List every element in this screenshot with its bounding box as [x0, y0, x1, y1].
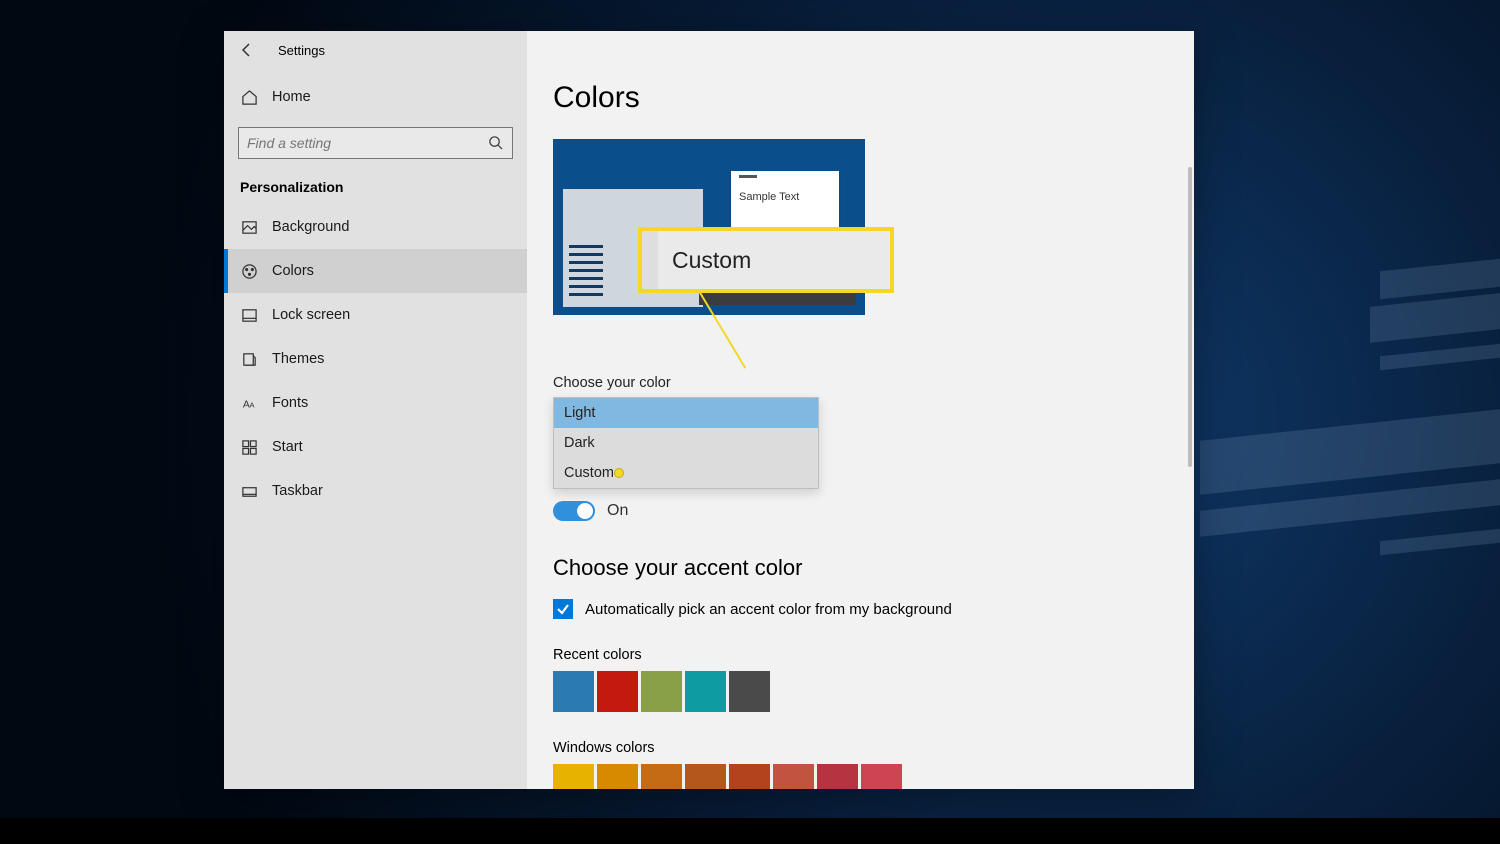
choose-color-dropdown[interactable]: Light Dark Custom: [553, 397, 819, 489]
callout-anchor-dot: [614, 468, 624, 478]
color-swatch[interactable]: [685, 671, 726, 712]
scrollbar[interactable]: [1188, 167, 1192, 467]
wallpaper-light-beam: [1370, 293, 1500, 343]
callout-text: Custom: [672, 247, 751, 274]
sidebar-item-label: Themes: [272, 351, 324, 367]
auto-pick-checkbox[interactable]: [553, 599, 573, 619]
toggle-state: On: [607, 502, 628, 520]
lock-screen-icon: [240, 306, 258, 324]
sidebar: Settings Home Personalization Background…: [224, 31, 527, 789]
window-title: Settings: [278, 43, 325, 58]
nav-home-label: Home: [272, 89, 311, 105]
search-box[interactable]: [238, 127, 513, 159]
recent-colors-label: Recent colors: [553, 647, 1168, 663]
color-swatch[interactable]: [553, 671, 594, 712]
sidebar-item-themes[interactable]: Themes: [224, 337, 527, 381]
color-swatch[interactable]: [685, 764, 726, 789]
start-icon: [240, 438, 258, 456]
color-swatch[interactable]: [861, 764, 902, 789]
toggle-switch[interactable]: [553, 501, 595, 521]
palette-icon: [240, 262, 258, 280]
themes-icon: [240, 350, 258, 368]
settings-window: Settings Home Personalization Background…: [224, 31, 1194, 789]
color-swatch[interactable]: [641, 671, 682, 712]
sidebar-item-fonts[interactable]: AA Fonts: [224, 381, 527, 425]
color-swatch[interactable]: [553, 764, 594, 789]
sidebar-item-lock-screen[interactable]: Lock screen: [224, 293, 527, 337]
sidebar-section-label: Personalization: [224, 167, 527, 205]
sidebar-item-taskbar[interactable]: Taskbar: [224, 469, 527, 513]
color-option-dark[interactable]: Dark: [554, 428, 818, 458]
sidebar-item-label: Background: [272, 219, 349, 235]
color-preview: Sample Text Custom: [553, 139, 865, 315]
home-icon: [240, 88, 258, 106]
sidebar-item-start[interactable]: Start: [224, 425, 527, 469]
color-swatch[interactable]: [641, 764, 682, 789]
titlebar: Settings: [224, 31, 527, 69]
color-swatch[interactable]: [597, 671, 638, 712]
color-swatch[interactable]: [729, 764, 770, 789]
search-icon: [488, 135, 504, 151]
callout-highlight: Custom: [638, 227, 894, 293]
color-option-custom[interactable]: Custom: [554, 458, 818, 488]
sidebar-item-colors[interactable]: Colors: [224, 249, 527, 293]
accent-heading: Choose your accent color: [553, 555, 1168, 581]
auto-pick-row[interactable]: Automatically pick an accent color from …: [553, 599, 1168, 619]
sidebar-item-label: Lock screen: [272, 307, 350, 323]
color-swatch[interactable]: [729, 671, 770, 712]
windows-colors-label: Windows colors: [553, 740, 1168, 756]
taskbar-icon: [240, 482, 258, 500]
letterbox-bottom: [0, 818, 1500, 844]
wallpaper-light-beam: [1380, 344, 1500, 371]
content-area: Colors Sample Text Custom Choos: [527, 31, 1194, 789]
recent-colors-row: [553, 671, 1168, 712]
color-option-light[interactable]: Light: [554, 398, 818, 428]
nav-home[interactable]: Home: [224, 71, 527, 123]
color-swatch[interactable]: [597, 764, 638, 789]
page-title: Colors: [553, 81, 1168, 115]
search-input[interactable]: [247, 135, 488, 151]
color-swatch[interactable]: [773, 764, 814, 789]
sidebar-item-label: Taskbar: [272, 483, 323, 499]
preview-window-c: Sample Text: [731, 171, 839, 227]
transparency-toggle-row: On: [553, 501, 1168, 521]
back-button[interactable]: [238, 41, 256, 59]
windows-colors-grid: [553, 764, 1168, 789]
sidebar-item-background[interactable]: Background: [224, 205, 527, 249]
preview-sample-text: Sample Text: [739, 191, 799, 203]
sidebar-item-label: Fonts: [272, 395, 308, 411]
svg-text:A: A: [249, 400, 255, 409]
color-swatch[interactable]: [817, 764, 858, 789]
choose-color-label: Choose your color: [553, 375, 1168, 391]
sidebar-item-label: Colors: [272, 263, 314, 279]
picture-icon: [240, 218, 258, 236]
auto-pick-label: Automatically pick an accent color from …: [585, 601, 952, 618]
wallpaper-light-beam: [1380, 529, 1500, 556]
fonts-icon: AA: [240, 394, 258, 412]
wallpaper-light-beam: [1200, 409, 1500, 495]
wallpaper-light-beam: [1380, 259, 1500, 300]
sidebar-item-label: Start: [272, 439, 303, 455]
